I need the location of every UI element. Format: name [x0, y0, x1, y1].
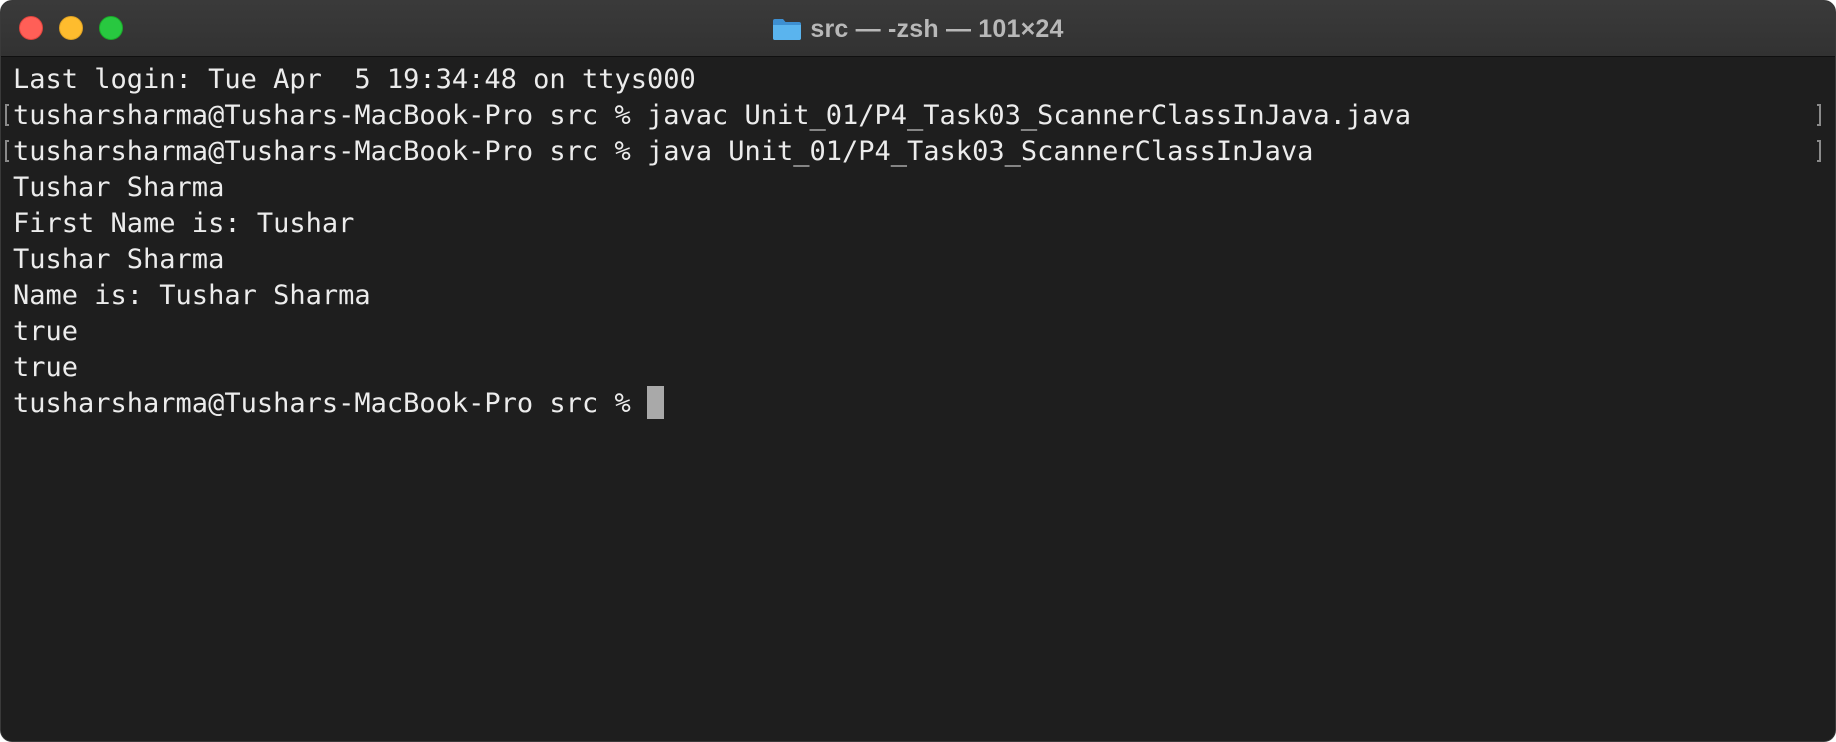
- terminal-line: tusharsharma@Tushars-MacBook-Pro src % j…: [5, 134, 1835, 170]
- text-cursor: [646, 386, 664, 419]
- title-bar[interactable]: src — -zsh — 101×24: [1, 1, 1835, 57]
- command-mark-right: [1817, 140, 1821, 162]
- terminal-prompt: tusharsharma@Tushars-MacBook-Pro src %: [13, 388, 647, 419]
- terminal-line: tusharsharma@Tushars-MacBook-Pro src % j…: [5, 98, 1835, 134]
- terminal-output[interactable]: Last login: Tue Apr 5 19:34:48 on ttys00…: [1, 57, 1835, 741]
- folder-icon: [772, 17, 802, 41]
- command-mark-left: [5, 104, 9, 126]
- window-title: src — -zsh — 101×24: [1, 1, 1835, 57]
- terminal-line: Tushar Sharma: [13, 172, 225, 203]
- terminal-line: true: [13, 352, 79, 383]
- terminal-line: true: [13, 316, 79, 347]
- terminal-line: Last login: Tue Apr 5 19:34:48 on ttys00…: [13, 64, 696, 95]
- terminal-window: src — -zsh — 101×24 Last login: Tue Apr …: [0, 0, 1836, 742]
- terminal-line: Tushar Sharma: [13, 244, 225, 275]
- command-mark-left: [5, 140, 9, 162]
- terminal-line: Name is: Tushar Sharma: [13, 280, 371, 311]
- terminal-line: First Name is: Tushar: [13, 208, 355, 239]
- terminal-prompt-line[interactable]: tusharsharma@Tushars-MacBook-Pro src %: [13, 386, 1835, 422]
- command-mark-right: [1817, 104, 1821, 126]
- window-title-text: src — -zsh — 101×24: [810, 14, 1064, 43]
